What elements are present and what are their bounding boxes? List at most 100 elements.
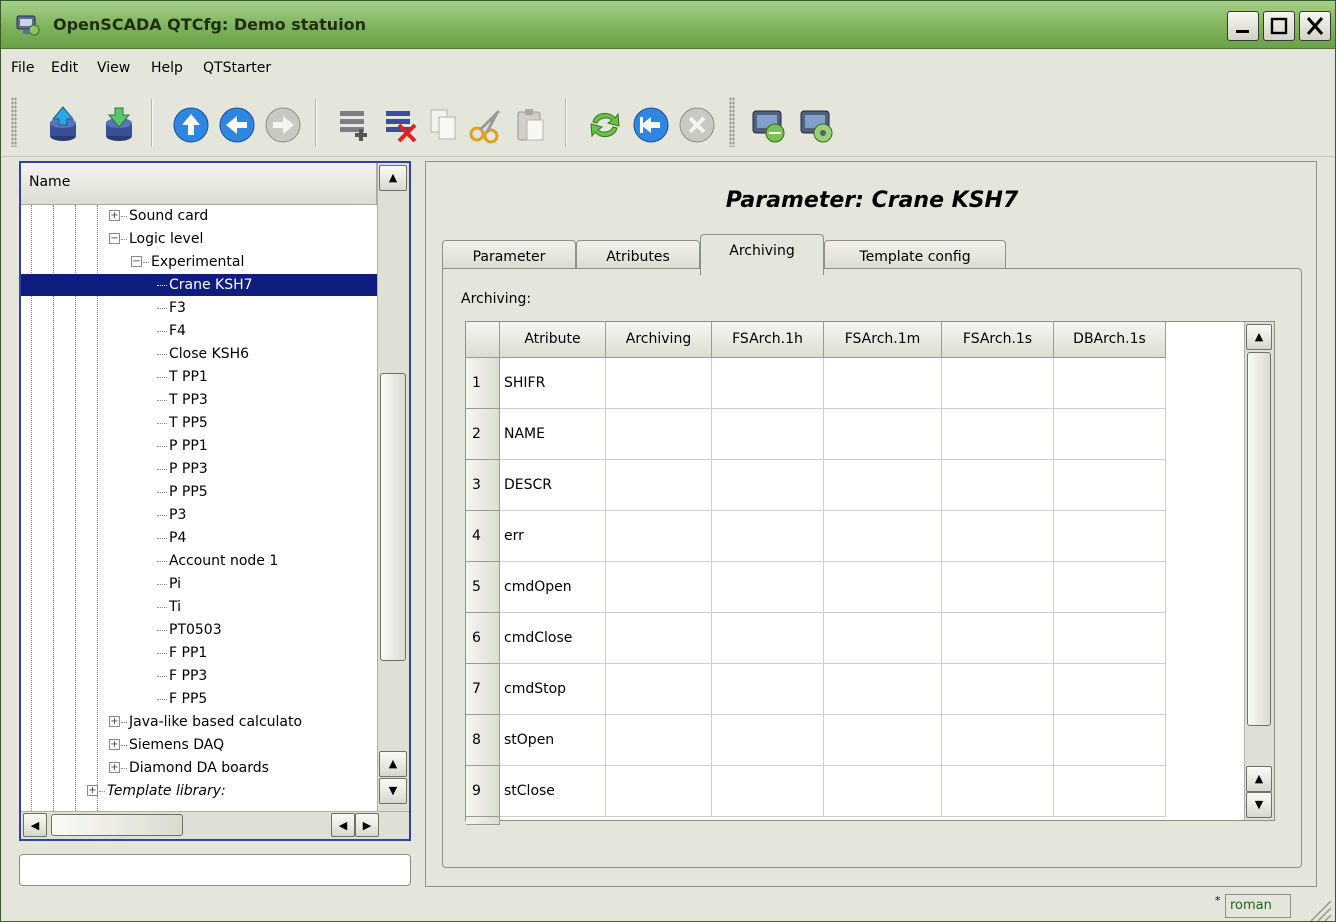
user-indicator[interactable]: roman (1225, 894, 1291, 918)
tree-header[interactable]: Name (21, 163, 377, 205)
table-cell[interactable] (942, 460, 1054, 511)
table-cell[interactable] (712, 562, 824, 613)
tree-item[interactable]: P PP5 (21, 481, 377, 503)
scroll-left-button[interactable]: ◀ (23, 813, 47, 837)
row-header[interactable]: 5 (466, 562, 500, 613)
table-cell[interactable] (824, 766, 942, 817)
qt-starter-icon[interactable] (749, 105, 789, 145)
row-header[interactable]: 1 (466, 358, 500, 409)
expand-icon[interactable]: + (87, 785, 98, 796)
table-cell-attribute[interactable]: cmdOpen (500, 562, 606, 613)
table-cell[interactable] (606, 664, 712, 715)
table-cell[interactable] (606, 511, 712, 562)
status-field[interactable] (19, 854, 411, 886)
table-cell[interactable] (824, 664, 942, 715)
scroll-down-button[interactable]: ▼ (379, 778, 407, 804)
table-cell[interactable] (824, 511, 942, 562)
tree-item[interactable]: + Java-like based calculato (21, 711, 377, 733)
row-header[interactable]: 2 (466, 409, 500, 460)
tree-item-selected[interactable]: Crane KSH7 (21, 274, 377, 296)
tree-item[interactable]: + Sound card (21, 205, 377, 227)
table-cell[interactable] (824, 562, 942, 613)
table-cell[interactable] (712, 460, 824, 511)
row-header[interactable]: 7 (466, 664, 500, 715)
tree-vertical-scrollbar[interactable]: ▲ ▲ ▼ (377, 163, 409, 811)
table-cell[interactable] (1054, 664, 1166, 715)
tree-item[interactable]: T PP3 (21, 389, 377, 411)
qt-config-icon[interactable] (797, 105, 837, 145)
tree-item[interactable]: F3 (21, 297, 377, 319)
menu-view[interactable]: View (97, 60, 130, 76)
table-cell[interactable] (824, 613, 942, 664)
expand-icon[interactable]: + (109, 210, 120, 221)
scroll-thumb[interactable] (1247, 352, 1271, 726)
table-cell[interactable] (712, 664, 824, 715)
menu-file[interactable]: File (11, 60, 34, 76)
table-vertical-scrollbar[interactable]: ▲ ▲ ▼ (1244, 322, 1274, 820)
table-cell[interactable] (1054, 562, 1166, 613)
table-cell-attribute[interactable]: stOpen (500, 715, 606, 766)
close-button[interactable] (1299, 11, 1331, 41)
scroll-thumb[interactable] (380, 373, 406, 661)
add-item-icon[interactable] (335, 105, 375, 145)
column-header[interactable]: Atribute (500, 322, 606, 358)
tab-archiving[interactable]: Archiving (700, 234, 824, 275)
table-cell-attribute[interactable]: err (500, 511, 606, 562)
table-cell[interactable] (606, 358, 712, 409)
tree-item[interactable]: P4 (21, 527, 377, 549)
table-cell[interactable] (1054, 511, 1166, 562)
table-cell-attribute[interactable]: NAME (500, 409, 606, 460)
paste-icon[interactable] (511, 105, 551, 145)
expand-icon[interactable]: + (109, 739, 120, 750)
minimize-button[interactable] (1227, 11, 1259, 41)
scroll-up-button[interactable]: ▲ (1246, 766, 1272, 792)
table-cell[interactable] (1054, 766, 1166, 817)
row-header[interactable] (466, 817, 500, 825)
tree-item[interactable]: F PP1 (21, 642, 377, 664)
table-corner[interactable] (466, 322, 500, 358)
tree-item[interactable]: − Experimental (21, 251, 377, 273)
tree-item[interactable]: T PP1 (21, 366, 377, 388)
scroll-thumb[interactable] (51, 814, 183, 836)
table-cell-attribute[interactable]: cmdStop (500, 664, 606, 715)
title-bar[interactable]: OpenSCADA QTCfg: Demo statuion (1, 1, 1335, 49)
tree-item[interactable]: P3 (21, 504, 377, 526)
table-cell[interactable] (1054, 715, 1166, 766)
table-cell[interactable] (606, 460, 712, 511)
row-header[interactable]: 3 (466, 460, 500, 511)
table-cell[interactable] (942, 715, 1054, 766)
load-db-icon[interactable] (43, 105, 83, 145)
table-cell[interactable] (1054, 613, 1166, 664)
back-icon[interactable] (217, 105, 257, 145)
table-cell[interactable] (712, 511, 824, 562)
up-icon[interactable] (171, 105, 211, 145)
table-cell[interactable] (824, 409, 942, 460)
column-header[interactable]: Archiving (606, 322, 712, 358)
tree-item[interactable]: P PP1 (21, 435, 377, 457)
collapse-icon[interactable]: − (109, 233, 120, 244)
tree-item[interactable]: F PP3 (21, 665, 377, 687)
table-cell[interactable] (824, 715, 942, 766)
tree-item[interactable]: P PP3 (21, 458, 377, 480)
table-cell-attribute[interactable]: cmdClose (500, 613, 606, 664)
tree-item[interactable]: F PP5 (21, 688, 377, 710)
tree-item[interactable]: T PP5 (21, 412, 377, 434)
table-cell[interactable] (606, 409, 712, 460)
table-cell[interactable] (942, 511, 1054, 562)
menu-edit[interactable]: Edit (51, 60, 78, 76)
row-header[interactable]: 4 (466, 511, 500, 562)
tree-item[interactable]: Pi (21, 573, 377, 595)
tree-item[interactable]: F4 (21, 320, 377, 342)
tree-item[interactable]: + Template library: (21, 780, 377, 802)
table-cell-attribute[interactable]: SHIFR (500, 358, 606, 409)
row-header[interactable]: 8 (466, 715, 500, 766)
maximize-button[interactable] (1263, 11, 1295, 41)
row-header[interactable]: 6 (466, 613, 500, 664)
table-cell[interactable] (1054, 409, 1166, 460)
table-cell[interactable] (1054, 460, 1166, 511)
table-cell[interactable] (942, 409, 1054, 460)
table-cell[interactable] (942, 766, 1054, 817)
expand-icon[interactable]: + (109, 762, 120, 773)
scroll-right-button[interactable]: ▶ (355, 813, 379, 837)
menu-qtstarter[interactable]: QTStarter (203, 60, 271, 76)
